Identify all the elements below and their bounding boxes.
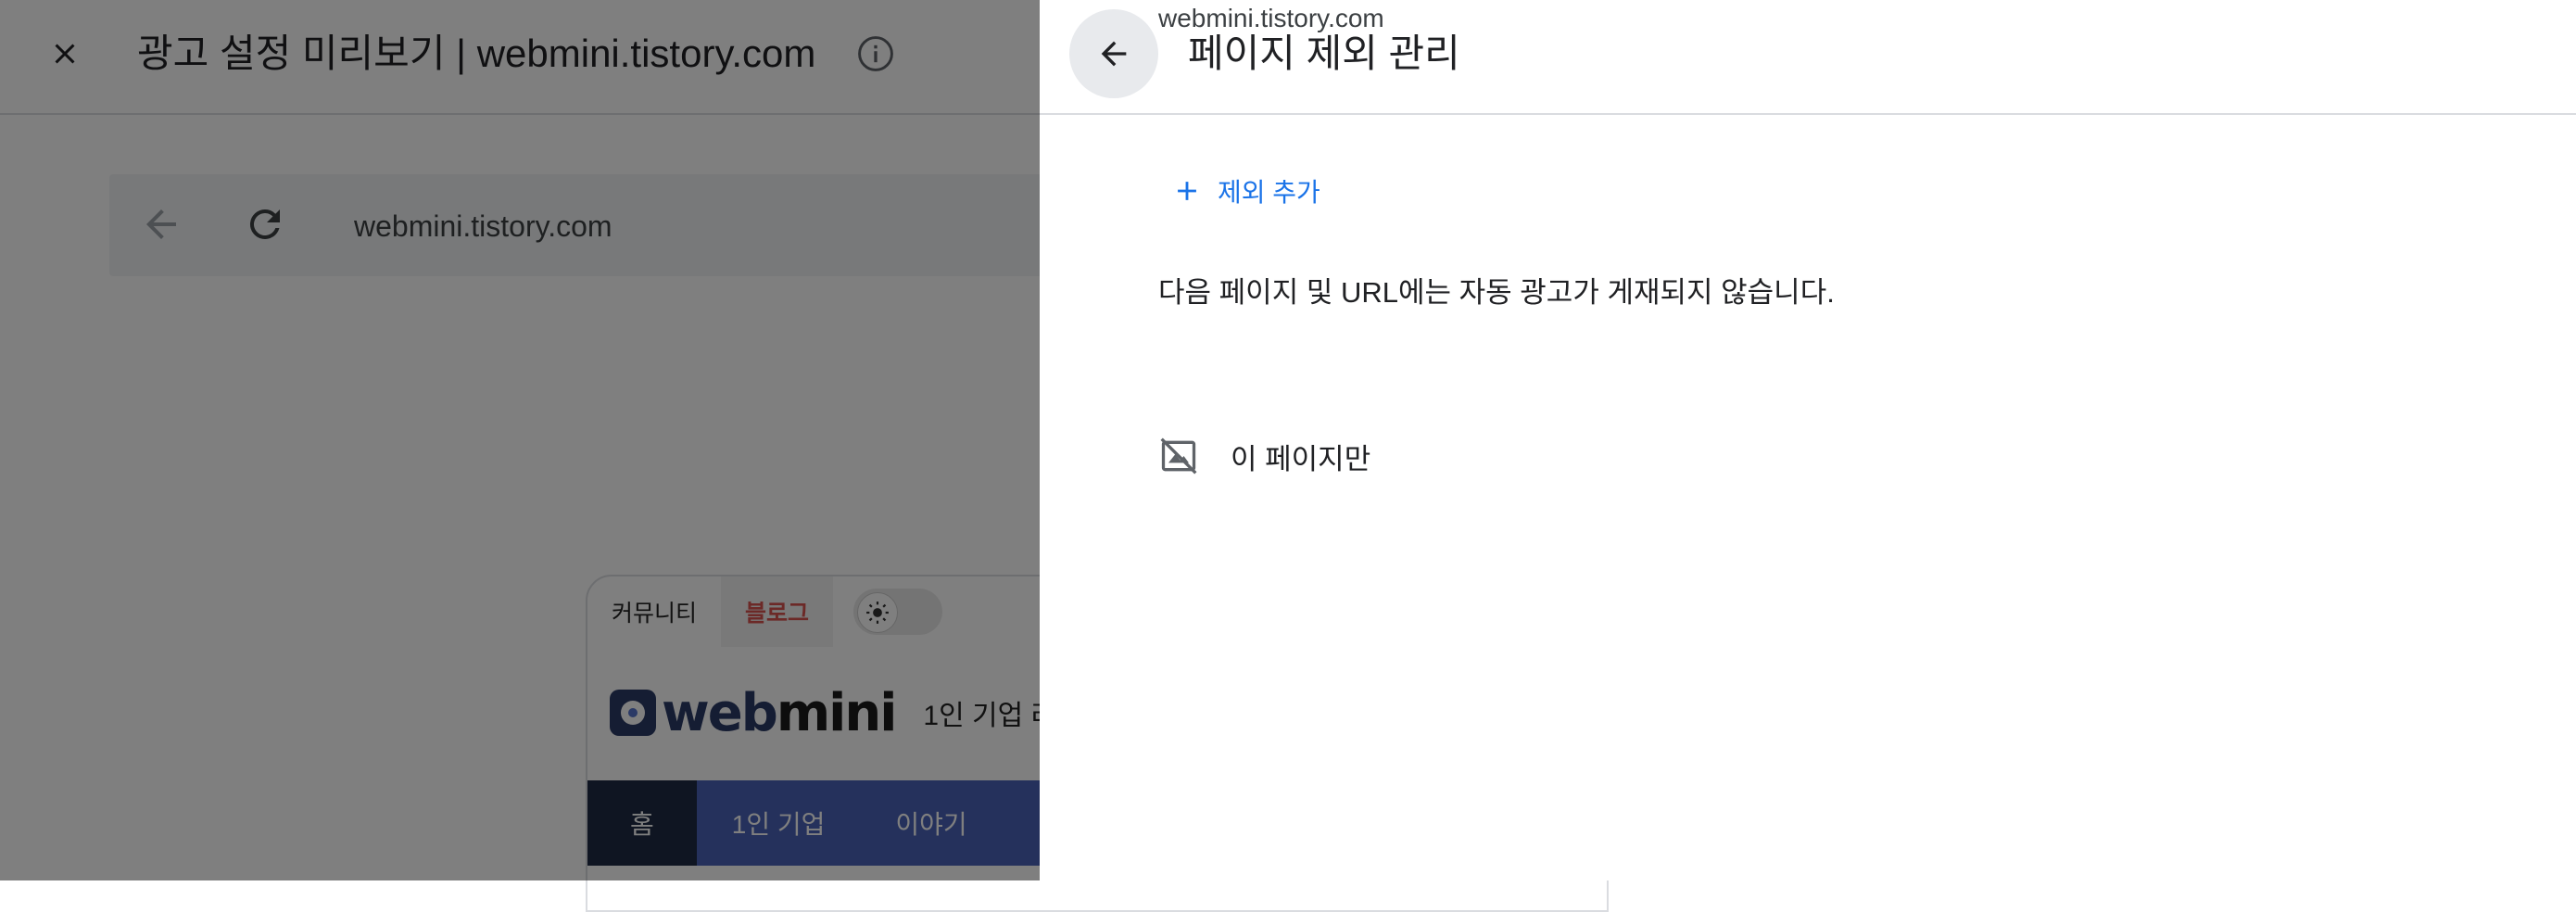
exclusion-panel: 페이지 제외 관리 제외 추가 다음 페이지 및 URL에는 자동 광고가 게재… xyxy=(1040,0,2576,880)
exclusion-description: 다음 페이지 및 URL에는 자동 광고가 게재되지 않습니다. xyxy=(1158,276,1835,309)
plus-icon xyxy=(1178,182,1196,200)
no-ads-page-icon xyxy=(1160,437,1197,475)
exclusion-group-header: 이 페이지만 xyxy=(1158,434,1370,478)
page-only-label: 이 페이지만 xyxy=(1231,442,1371,475)
excluded-url-item[interactable]: webmini.tistory.com xyxy=(1158,0,1384,37)
add-exclusion-button[interactable]: 제외 추가 xyxy=(1171,169,1320,213)
arrow-back-icon xyxy=(1101,41,1127,67)
add-exclusion-label: 제외 추가 xyxy=(1218,178,1320,207)
panel-back-button[interactable] xyxy=(1069,9,1158,98)
